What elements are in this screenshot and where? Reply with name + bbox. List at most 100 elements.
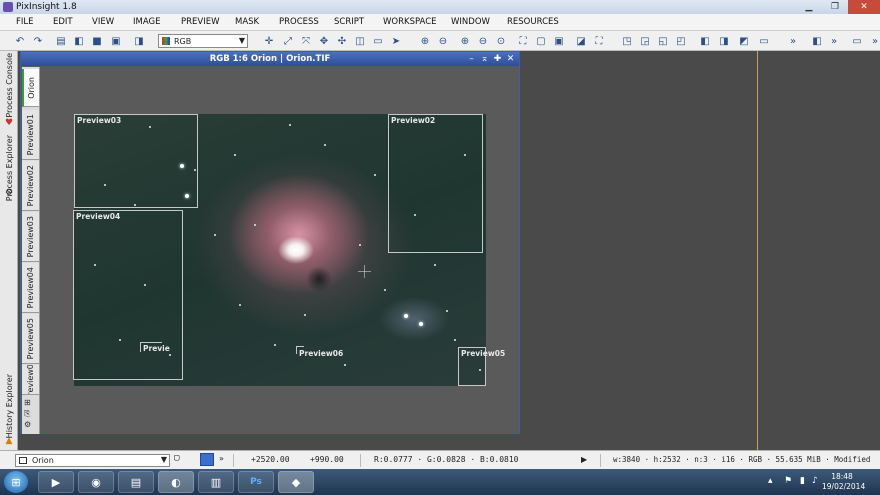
image-window-title-bar[interactable]: RGB 1:6 Orion | Orion.TIF – ⌅ ✚ ✕ [21,52,519,66]
preview-fit-icon[interactable]: ⛶ [516,34,530,48]
shade-icon[interactable]: – [465,52,478,66]
view-tab-new-icon[interactable]: ⊞ [24,397,31,408]
menu-edit[interactable]: EDIT [53,17,73,27]
view-select[interactable]: Orion ▼ [15,454,170,467]
preview-select-icon[interactable]: ▢ [534,34,548,48]
view-tab-copy-icon[interactable]: ⎘ [24,408,31,419]
process-icon-c[interactable]: ◩ [737,34,751,48]
view-toggle-icon[interactable]: ▢ [174,453,179,463]
preview-box[interactable]: Preview06 [296,346,343,358]
flag-icon[interactable]: ⚑ [784,476,792,486]
history-explorer-tab[interactable]: History Explorer [1,374,17,438]
pan-mode-icon[interactable]: ✥ [317,34,331,48]
process-icon-d[interactable]: ▭ [757,34,771,48]
toolbar-more-3-icon[interactable]: » [868,34,880,48]
menu-workspace[interactable]: WORKSPACE [383,17,437,27]
separator [600,454,601,467]
photoshop-icon[interactable]: Ps [238,471,274,493]
chrome-icon[interactable]: ◉ [78,471,114,493]
menu-view[interactable]: VIEW [92,17,114,27]
pointer-icon[interactable]: ➤ [389,34,403,48]
media-player-icon[interactable]: ▶ [38,471,74,493]
zoom-out-icon[interactable]: ⊖ [436,34,450,48]
view-tab-settings-icon[interactable]: ⚙ [24,419,31,430]
tab-preview01[interactable]: Preview01 [22,110,39,160]
new-preview-icon[interactable]: ◫ [353,34,367,48]
zoom-out-2-icon[interactable]: ⊖ [476,34,490,48]
preview-alt-icon[interactable]: ▣ [552,34,566,48]
menu-image[interactable]: IMAGE [133,17,160,27]
tab-orion[interactable]: Orion [22,69,39,107]
menu-resources[interactable]: RESOURCES [507,17,559,27]
menu-window[interactable]: WINDOW [451,17,490,27]
display-channel-icon[interactable]: ▣ [109,34,123,48]
maximize-window-icon[interactable]: ✚ [491,52,504,66]
tab-preview06[interactable]: Preview06 [22,365,39,395]
panel-layout-icon[interactable]: ◧ [810,34,824,48]
monitor-icon[interactable]: ▭ [850,34,864,48]
pixinsight-taskbar-icon[interactable]: ◆ [278,471,314,493]
star [214,234,216,236]
toolbar-more-2-icon[interactable]: » [827,34,841,48]
tab-preview05-label: Preview05 [26,317,35,360]
stf-auto-icon[interactable]: ◲ [638,34,652,48]
process-icon-b[interactable]: ◨ [717,34,731,48]
star [254,224,256,226]
zoom-1to1-icon[interactable]: ⊙ [494,34,508,48]
stf-icon[interactable]: ◳ [620,34,634,48]
zoom-in-2-icon[interactable]: ⊕ [458,34,472,48]
menu-mask[interactable]: MASK [235,17,259,27]
stf-link-icon[interactable]: ◱ [656,34,670,48]
minimize-icon[interactable]: ▁ [796,0,822,14]
tray-chevron-icon[interactable]: ▴ [768,476,773,486]
redo-icon[interactable]: ↷ [31,34,45,48]
tab-preview02[interactable]: Preview02 [22,161,39,211]
close-window-icon[interactable]: ✕ [504,52,517,66]
zoom-in-icon[interactable]: ⊕ [418,34,432,48]
photo-viewer-icon[interactable]: ◐ [158,471,194,493]
mask-invert-icon[interactable]: ⛶ [592,34,606,48]
mask-visible-icon[interactable]: ◨ [132,34,146,48]
preview-box[interactable]: Preview04 [73,210,183,380]
start-button[interactable]: ⊞ [4,471,28,493]
rgb-channels-icon[interactable]: ■ [90,34,104,48]
preview-box[interactable]: Previe [140,342,170,353]
preview-box[interactable]: Preview05 [458,347,505,386]
menu-preview[interactable]: PREVIEW [181,17,220,27]
undo-icon[interactable]: ↶ [13,34,27,48]
app-window-icon[interactable]: ▥ [198,471,234,493]
crosshair-mode-icon[interactable]: ✛ [262,34,276,48]
edit-preview-icon[interactable]: ▭ [371,34,385,48]
process-icon-a[interactable]: ◧ [698,34,712,48]
process-console-tab[interactable]: Process Console [1,53,17,118]
mask-show-icon[interactable]: ◪ [574,34,588,48]
menu-script[interactable]: SCRIPT [334,17,364,27]
preview-box[interactable]: Preview02 [388,114,483,253]
statusbar-more-icon[interactable]: » [219,454,224,463]
maximize-icon[interactable]: ❐ [822,0,848,14]
iconize-icon[interactable]: ⌅ [478,52,491,66]
readout-icon[interactable]: ▤ [54,34,68,48]
stf-reset-icon[interactable]: ◰ [674,34,688,48]
close-icon[interactable]: ✕ [848,0,880,14]
zoom-fit-icon[interactable]: ⤧ [299,34,313,48]
toolbar-more-icon[interactable]: » [786,34,800,48]
network-icon[interactable]: ▮ [800,476,805,486]
move-icon[interactable]: ✣ [335,34,349,48]
tab-preview03[interactable]: Preview03 [22,212,39,262]
tab-preview04[interactable]: Preview04 [22,263,39,313]
channel-select[interactable]: RGB ▼ [158,34,248,48]
view-tab-tools: ⊞ ⎘ ⚙ [24,397,31,430]
tab-preview05[interactable]: Preview05 [22,314,39,364]
file-explorer-icon[interactable]: ▤ [118,471,154,493]
clock[interactable]: 18:48 19/02/2014 [822,472,865,492]
volume-icon[interactable]: ♪ [812,476,818,486]
reset-view-icon[interactable]: ◧ [72,34,86,48]
color-swatch-icon[interactable] [200,453,214,466]
menu-file[interactable]: FILE [16,17,34,27]
play-icon[interactable]: ▶ [581,455,587,464]
menu-process[interactable]: PROCESS [279,17,319,27]
fit-view-icon[interactable]: ⤢ [281,34,295,48]
preview-box[interactable]: Preview03 [74,114,198,208]
image-window[interactable]: RGB 1:6 Orion | Orion.TIF – ⌅ ✚ ✕ Orion … [20,51,520,434]
